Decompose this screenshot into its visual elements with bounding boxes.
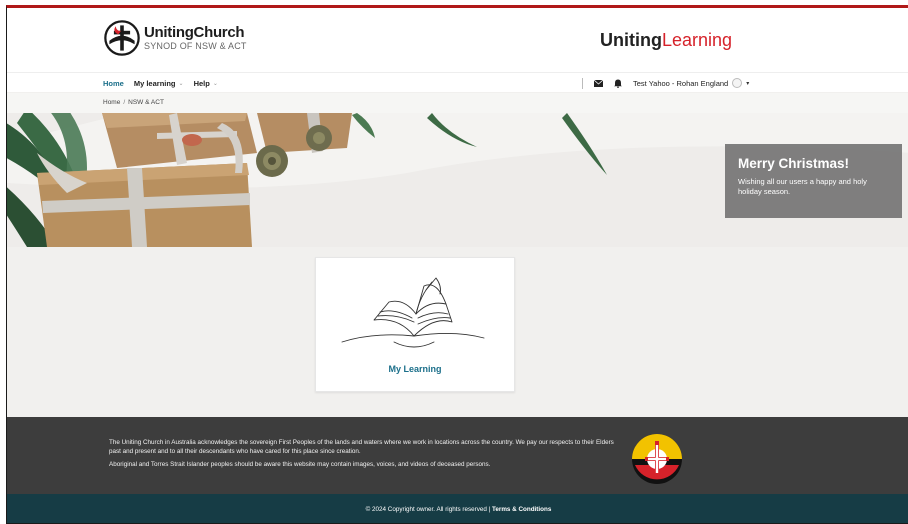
terms-conditions-link[interactable]: Terms & Conditions [492,506,551,513]
user-avatar-icon[interactable] [732,78,743,88]
site-footer: The Uniting Church in Australia acknowle… [7,417,908,494]
nav-item-my-learning[interactable]: My learning ⌄ [134,79,184,88]
mail-icon[interactable] [593,78,603,88]
nav-item-help[interactable]: Help ⌄ [194,79,218,88]
breadcrumb-separator: / [123,99,126,106]
church-subtitle: SYNOD OF NSW & ACT [144,41,247,51]
learning-logo-part2: Learning [661,30,732,50]
banner-text: Wishing all our users a happy and holy h… [738,177,867,197]
chevron-down-icon: ⌄ [178,80,184,87]
uniting-church-emblem-icon [104,20,140,56]
card-title: My Learning [388,364,442,374]
nav-item-label: My learning [133,78,176,88]
breadcrumb: Home / NSW & ACT [103,99,164,106]
my-learning-card[interactable]: My Learning [315,257,515,392]
christmas-banner: Merry Christmas! Wishing all our users a… [725,144,902,218]
breadcrumb-item-current: NSW & ACT [128,99,164,106]
chevron-down-icon: ⌄ [212,80,218,87]
user-menu-name[interactable]: Test Yahoo - Rohan England [633,79,728,88]
breadcrumb-item-home[interactable]: Home [103,99,120,106]
uniting-learning-logo[interactable]: UnitingLearning [600,30,732,51]
browser-frame: UnitingChurch SYNOD OF NSW & ACT Uniting… [6,5,908,524]
acknowledgement-text: The Uniting Church in Australia acknowle… [109,438,619,469]
nav-item-label: Home [103,78,124,88]
deceased-persons-warning: Aboriginal and Torres Strait Islander pe… [109,461,491,469]
uniting-church-logo[interactable]: UnitingChurch SYNOD OF NSW & ACT [104,20,247,56]
banner-title: Merry Christmas! [738,156,850,171]
acknowledgement-paragraph: The Uniting Church in Australia acknowle… [109,439,614,456]
copyright-bar: © 2024 Copyright owner. All rights reser… [7,494,908,523]
open-book-icon [341,277,485,348]
main-content: My Learning [7,247,908,417]
congress-logo-icon [632,434,682,484]
nav-item-home[interactable]: Home [103,79,124,88]
nav-divider [582,77,583,89]
bell-icon[interactable] [613,78,623,88]
nav-item-label: Help [193,78,210,88]
copyright-label: © 2024 Copyright owner. All rights reser… [365,506,492,513]
chevron-down-icon[interactable]: ▾ [746,80,749,87]
site-header: UnitingChurch SYNOD OF NSW & ACT Uniting… [7,8,908,72]
learning-logo-part1: Uniting [599,30,662,50]
breadcrumb-bar: Home / NSW & ACT [7,93,908,113]
main-nav: Home My learning ⌄ Help ⌄ Test Yahoo - R… [7,72,908,92]
copyright-text: © 2024 Copyright owner. All rights reser… [7,506,908,513]
church-name: UnitingChurch [144,24,245,41]
